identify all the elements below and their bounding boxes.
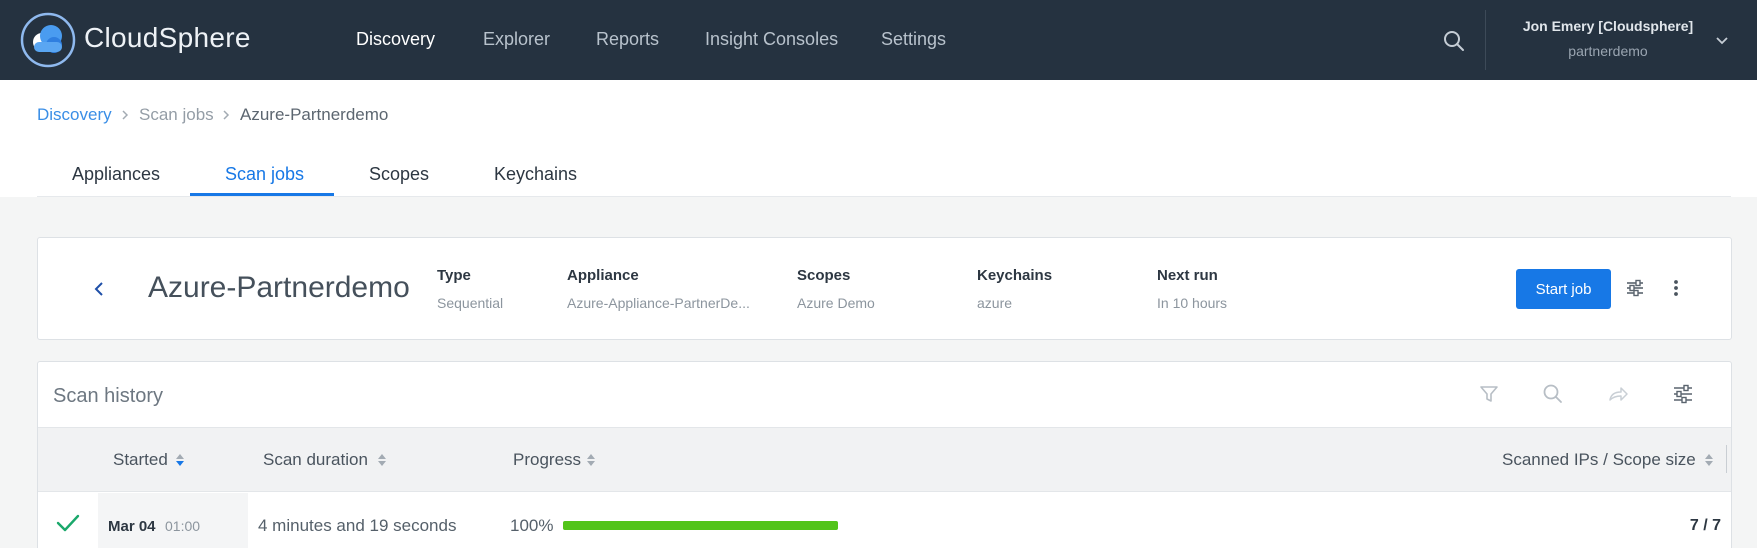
sort-icon[interactable] bbox=[585, 452, 597, 468]
brand-name[interactable]: CloudSphere bbox=[84, 22, 251, 54]
share-icon[interactable] bbox=[1606, 382, 1630, 406]
row-started-time: 01:00 bbox=[165, 518, 201, 534]
sort-icon[interactable] bbox=[376, 452, 388, 468]
progress-bar bbox=[563, 521, 838, 530]
active-tab-indicator bbox=[190, 193, 334, 196]
start-job-button[interactable]: Start job bbox=[1516, 269, 1611, 309]
user-organization[interactable]: partnerdemo bbox=[1500, 43, 1716, 59]
meta-value-type: Sequential bbox=[437, 295, 504, 311]
breadcrumb-scan-jobs[interactable]: Scan jobs bbox=[139, 105, 214, 125]
success-check-icon bbox=[56, 514, 80, 532]
sort-icon[interactable] bbox=[1703, 452, 1715, 468]
chevron-right-icon bbox=[223, 110, 230, 120]
column-header-progress[interactable]: Progress bbox=[513, 450, 581, 470]
breadcrumb-discovery[interactable]: Discovery bbox=[37, 105, 112, 125]
user-name[interactable]: Jon Emery [Cloudsphere] bbox=[1500, 18, 1716, 34]
meta-value-keychains[interactable]: azure bbox=[977, 295, 1012, 311]
nav-settings[interactable]: Settings bbox=[881, 29, 946, 50]
back-arrow-icon[interactable] bbox=[90, 279, 108, 299]
more-options-icon[interactable] bbox=[1668, 277, 1684, 299]
meta-value-next-run: In 10 hours bbox=[1157, 295, 1228, 311]
tab-scan-jobs[interactable]: Scan jobs bbox=[225, 164, 304, 185]
breadcrumb-current: Azure-Partnerdemo bbox=[240, 105, 389, 124]
meta-label-next-run: Next run bbox=[1157, 267, 1218, 284]
nav-reports[interactable]: Reports bbox=[596, 29, 659, 50]
meta-label-type: Type bbox=[437, 267, 471, 284]
column-settings-icon[interactable] bbox=[1671, 382, 1695, 406]
row-progress-label: 100% bbox=[510, 516, 554, 535]
cloudsphere-logo-icon[interactable] bbox=[20, 12, 76, 68]
meta-value-appliance[interactable]: Azure-Appliance-PartnerDe... bbox=[567, 295, 750, 311]
job-title: Azure-Partnerdemo bbox=[148, 271, 410, 304]
meta-value-scopes[interactable]: Azure Demo bbox=[797, 295, 875, 311]
row-scanned-ips: 7 / 7 bbox=[1689, 517, 1721, 534]
filter-icon[interactable] bbox=[1477, 382, 1501, 406]
search-icon[interactable] bbox=[1442, 29, 1466, 53]
tab-scopes[interactable]: Scopes bbox=[369, 164, 429, 185]
nav-insight-consoles[interactable]: Insight Consoles bbox=[705, 29, 838, 50]
meta-label-scopes: Scopes bbox=[797, 267, 851, 284]
meta-label-appliance: Appliance bbox=[567, 267, 639, 284]
progress-bar-fill bbox=[563, 521, 838, 530]
tab-appliances[interactable]: Appliances bbox=[72, 164, 160, 185]
chevron-down-icon[interactable] bbox=[1713, 31, 1731, 49]
search-icon[interactable] bbox=[1541, 382, 1565, 406]
sort-active-icon[interactable] bbox=[174, 452, 186, 468]
tab-keychains[interactable]: Keychains bbox=[494, 164, 577, 185]
job-settings-icon[interactable] bbox=[1624, 277, 1646, 299]
row-started-date: Mar 04 bbox=[108, 518, 156, 535]
column-resize-handle[interactable] bbox=[1726, 445, 1727, 473]
scan-history-title: Scan history bbox=[53, 385, 164, 407]
nav-explorer[interactable]: Explorer bbox=[483, 29, 550, 50]
chevron-right-icon bbox=[122, 110, 129, 120]
row-scan-duration: 4 minutes and 19 seconds bbox=[258, 516, 457, 535]
column-header-scan-duration[interactable]: Scan duration bbox=[263, 450, 368, 470]
column-header-scanned-ips[interactable]: Scanned IPs / Scope size bbox=[1502, 450, 1696, 470]
column-header-started[interactable]: Started bbox=[113, 450, 168, 470]
nav-discovery[interactable]: Discovery bbox=[356, 29, 435, 50]
top-navigation-bar bbox=[0, 0, 1757, 80]
tab-divider bbox=[37, 196, 1731, 197]
meta-label-keychains: Keychains bbox=[977, 267, 1053, 284]
topbar-divider bbox=[1485, 10, 1486, 70]
